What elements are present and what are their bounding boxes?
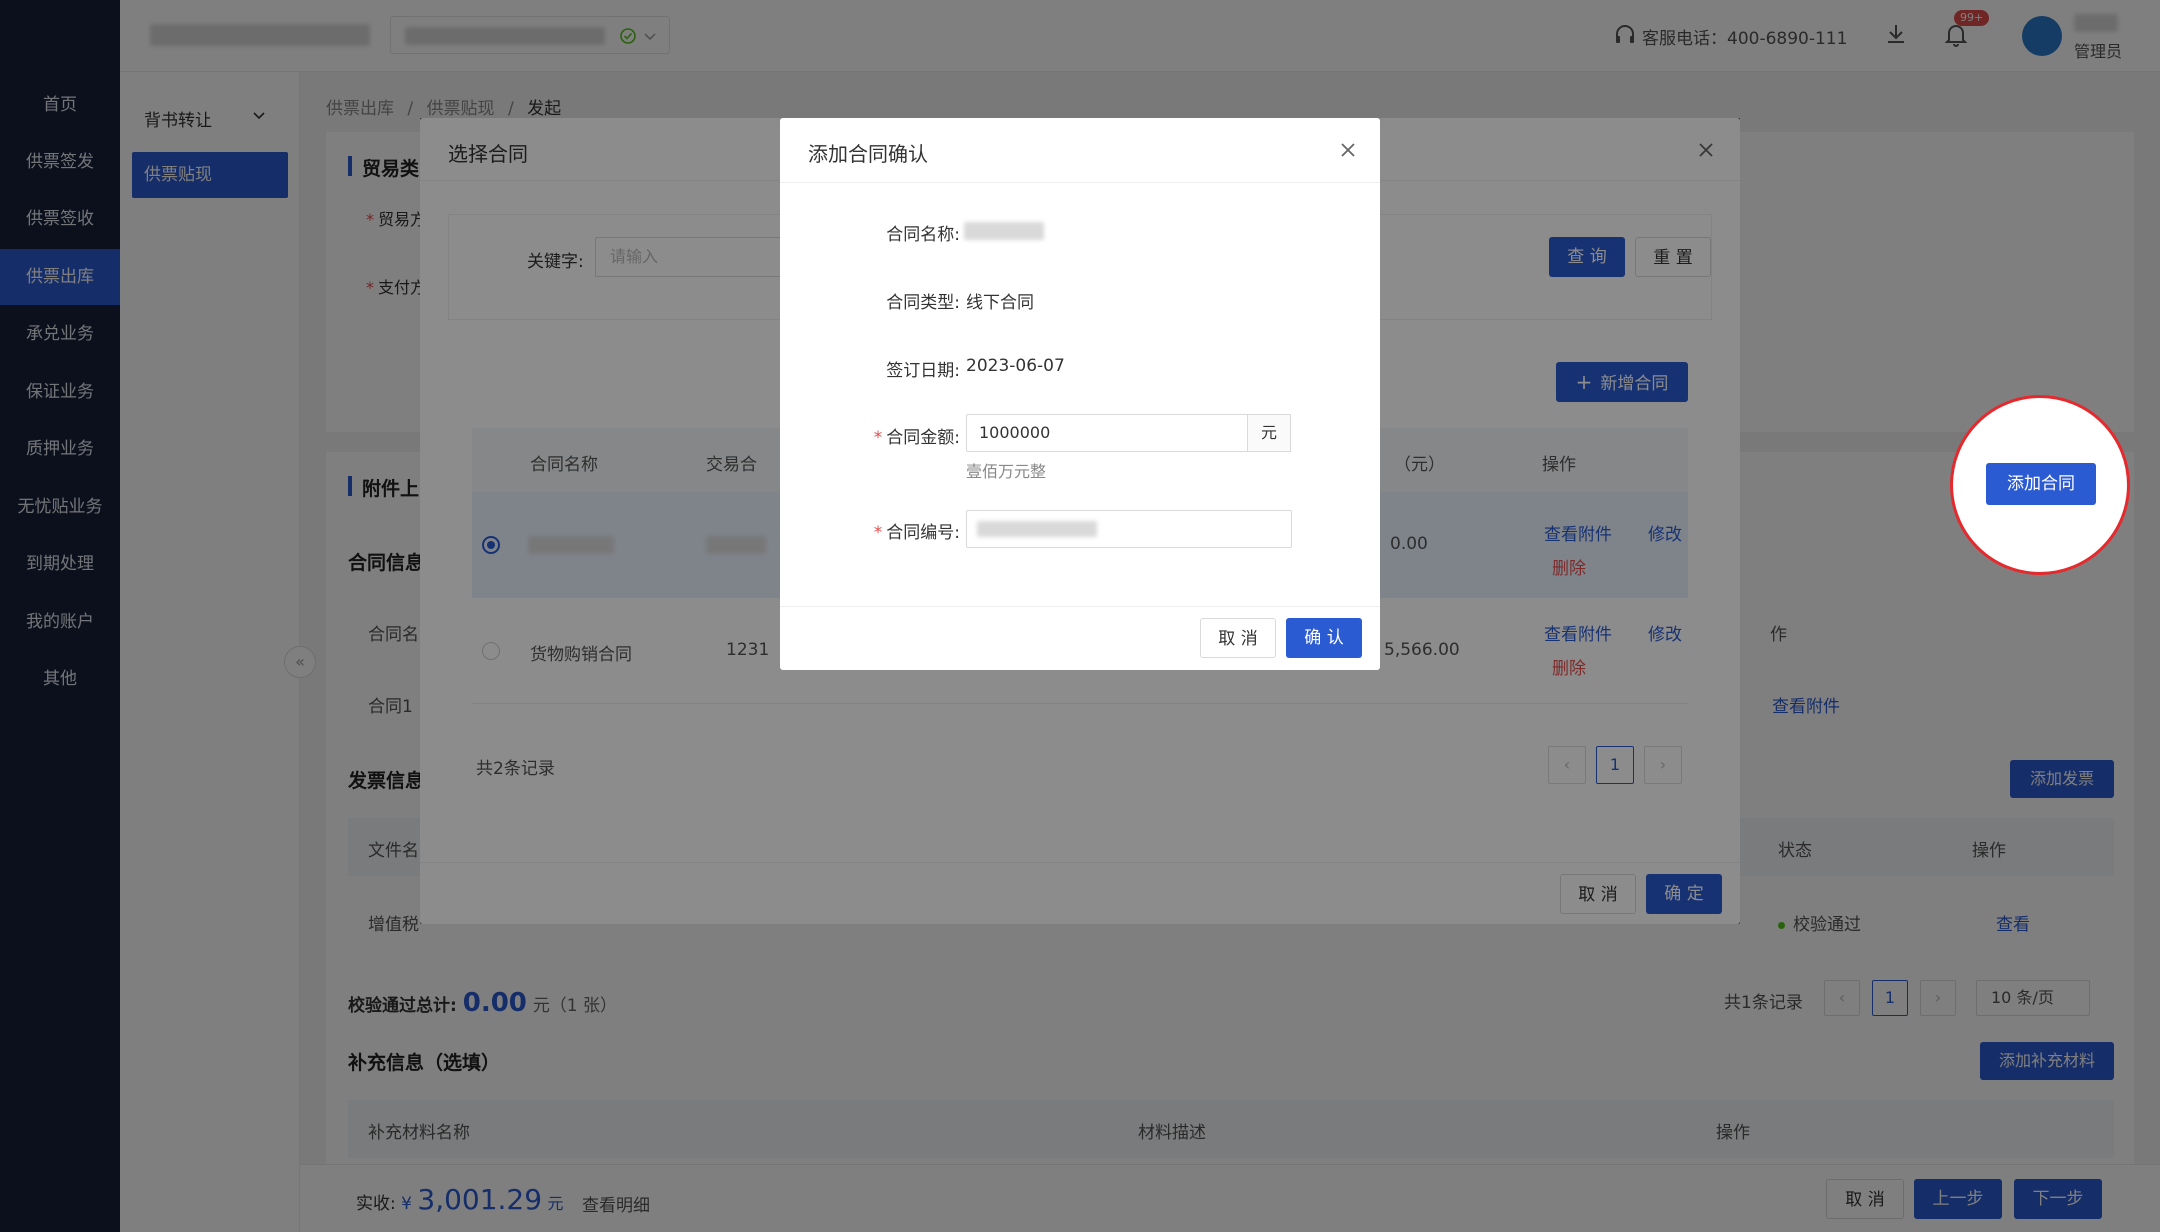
contract-number-label: * 合同编号: — [873, 523, 960, 543]
highlight-callout: 添加合同 — [1950, 395, 2130, 575]
close-icon[interactable] — [1338, 140, 1358, 160]
contract-number-input[interactable] — [966, 510, 1292, 548]
amount-unit: 元 — [1247, 414, 1291, 452]
confirm-cancel-button[interactable]: 取 消 — [1200, 618, 1276, 658]
contract-amount-label: * 合同金额: — [873, 428, 960, 448]
contract-amount-input[interactable]: 1000000 — [966, 414, 1248, 452]
amount-in-words: 壹佰万元整 — [966, 462, 1047, 481]
sign-date-label: 签订日期: — [886, 361, 960, 381]
contract-name-value — [964, 222, 1044, 240]
confirm-contract-modal: 添加合同确认 合同名称: 合同类型: 线下合同 签订日期: 2023-06-07… — [780, 118, 1380, 670]
contract-type-value: 线下合同 — [966, 293, 1034, 313]
confirm-ok-button[interactable]: 确 认 — [1286, 618, 1362, 658]
sign-date-value: 2023-06-07 — [966, 356, 1065, 376]
contract-name-label: 合同名称: — [886, 225, 960, 245]
add-contract-button[interactable]: 添加合同 — [1986, 463, 2096, 505]
contract-type-label: 合同类型: — [886, 293, 960, 313]
confirm-modal-title: 添加合同确认 — [808, 142, 928, 166]
